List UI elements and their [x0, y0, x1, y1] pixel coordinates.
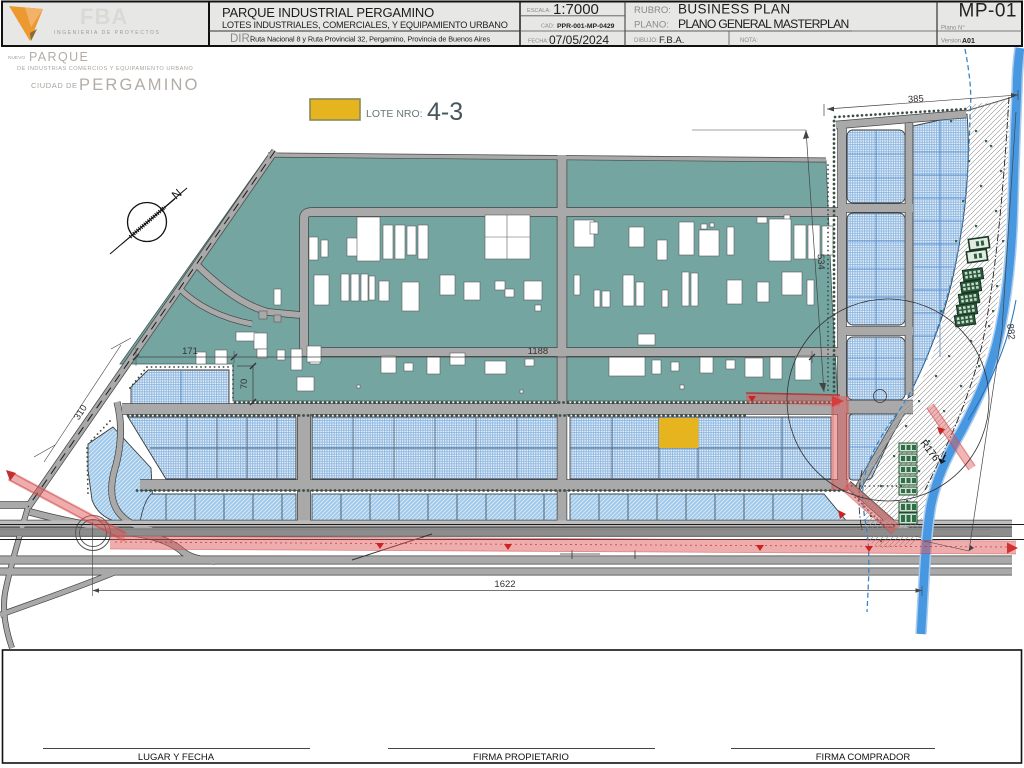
svg-text:LOTES INDUSTRIALES, COMERCIALE: LOTES INDUSTRIALES, COMERCIALES, Y EQUIP… — [222, 20, 508, 30]
svg-text:Ruta Nacional 8 y Ruta Provinc: Ruta Nacional 8 y Ruta Provincial 32, Pe… — [250, 35, 490, 44]
svg-text:171: 171 — [182, 346, 198, 357]
svg-text:PARQUE: PARQUE — [29, 50, 89, 64]
svg-text:DE INDUSTRIAS COMERCIOS Y EQUI: DE INDUSTRIAS COMERCIOS Y EQUIPAMIENTO U… — [17, 66, 193, 72]
svg-text:LUGAR Y FECHA: LUGAR Y FECHA — [138, 752, 215, 763]
svg-text:NOTA:: NOTA: — [740, 38, 758, 44]
svg-text:NUEVO: NUEVO — [8, 55, 25, 61]
svg-text:1622: 1622 — [494, 579, 515, 590]
svg-text:70: 70 — [239, 379, 250, 390]
svg-text:PARQUE INDUSTRIAL PERGAMINO: PARQUE INDUSTRIAL PERGAMINO — [222, 5, 434, 20]
svg-text:CAD:: CAD: — [541, 24, 555, 30]
svg-text:F.B.A.: F.B.A. — [659, 35, 684, 46]
svg-text:PERGAMINO: PERGAMINO — [79, 76, 200, 94]
svg-text:PPR-001-MP-0429: PPR-001-MP-0429 — [557, 23, 615, 30]
svg-text:Version: Version — [941, 39, 961, 45]
svg-text:CIUDAD DE: CIUDAD DE — [31, 81, 78, 90]
svg-text:FECHA:: FECHA: — [528, 39, 549, 45]
svg-text:RUBRO:: RUBRO: — [634, 5, 671, 16]
svg-text:FIRMA PROPIETARIO: FIRMA PROPIETARIO — [473, 752, 569, 763]
svg-text:07/05/2024: 07/05/2024 — [549, 33, 609, 47]
svg-text:1:7000: 1:7000 — [553, 1, 599, 18]
svg-text:ESCALA:: ESCALA: — [527, 8, 551, 14]
svg-text:INGENIERIA DE PROYECTOS: INGENIERIA DE PROYECTOS — [54, 30, 160, 36]
svg-text:PLANO GENERAL MASTERPLAN: PLANO GENERAL MASTERPLAN — [678, 17, 849, 31]
svg-text:1188: 1188 — [528, 346, 548, 357]
svg-text:PLANO:: PLANO: — [634, 20, 669, 31]
svg-text:534: 534 — [815, 254, 827, 270]
svg-text:FBA: FBA — [80, 4, 128, 29]
svg-text:FIRMA COMPRADOR: FIRMA COMPRADOR — [816, 752, 911, 763]
svg-text:BUSINESS PLAN: BUSINESS PLAN — [678, 2, 791, 17]
svg-text:Plano N°: Plano N° — [941, 26, 965, 32]
svg-text:882: 882 — [1004, 323, 1017, 340]
svg-text:LOTE NRO:: LOTE NRO: — [366, 108, 423, 120]
svg-text:MP-01: MP-01 — [959, 1, 1017, 22]
svg-text:A01: A01 — [962, 38, 975, 45]
svg-text:DIBUJO:: DIBUJO: — [634, 38, 658, 44]
svg-text:4-3: 4-3 — [427, 98, 463, 126]
svg-text:385: 385 — [908, 93, 925, 105]
